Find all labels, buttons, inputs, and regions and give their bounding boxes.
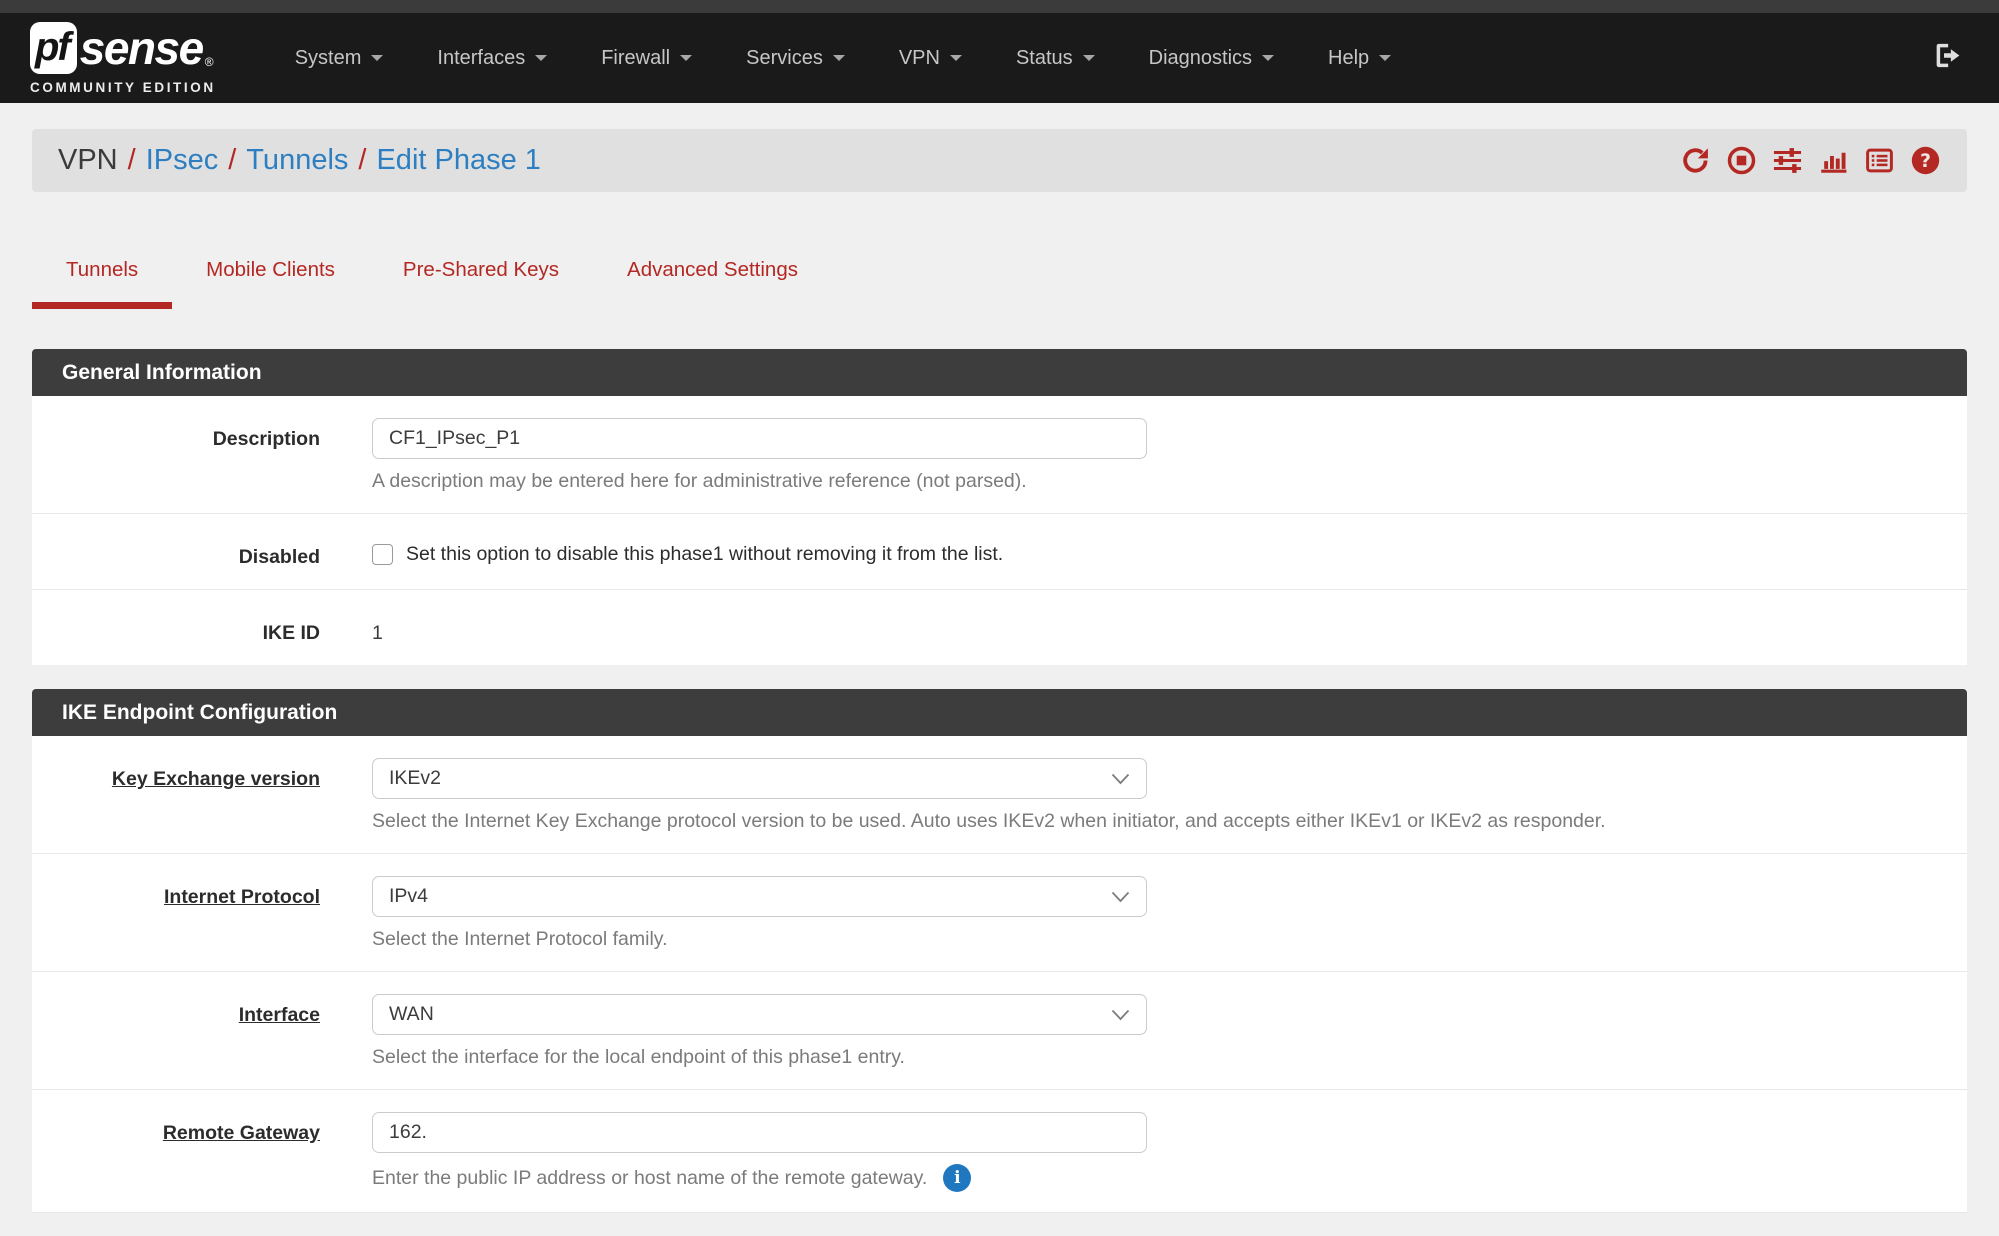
breadcrumb-section: VPN bbox=[58, 144, 118, 177]
sign-out-icon bbox=[1932, 40, 1963, 76]
nav-item-label: Help bbox=[1328, 47, 1369, 70]
caret-down-icon bbox=[1379, 55, 1391, 61]
tab-advanced-settings[interactable]: Advanced Settings bbox=[593, 232, 832, 309]
sliders-icon[interactable] bbox=[1772, 145, 1803, 176]
interface-label: Interface bbox=[32, 994, 372, 1069]
window-top-strip bbox=[0, 0, 1999, 13]
main-navbar: pf sense ® COMMUNITY EDITION System Inter… bbox=[0, 13, 1999, 103]
help-icon[interactable]: ? bbox=[1910, 145, 1941, 176]
nav-item-help[interactable]: Help bbox=[1301, 33, 1418, 84]
logo-sense-text: sense bbox=[80, 21, 203, 75]
internet-protocol-label: Internet Protocol bbox=[32, 876, 372, 951]
nav-item-diagnostics[interactable]: Diagnostics bbox=[1122, 33, 1301, 84]
description-label: Description bbox=[32, 418, 372, 493]
key-exchange-label: Key Exchange version bbox=[32, 758, 372, 833]
svg-text:?: ? bbox=[1920, 151, 1931, 172]
nav-item-status[interactable]: Status bbox=[989, 33, 1122, 84]
ike-id-label: IKE ID bbox=[32, 612, 372, 645]
select-value: IPv4 bbox=[389, 885, 428, 908]
nav-item-label: Interfaces bbox=[437, 47, 525, 70]
row-remote-gateway: Remote Gateway Enter the public IP addre… bbox=[32, 1090, 1967, 1213]
breadcrumb-separator: / bbox=[358, 144, 366, 177]
row-internet-protocol: Internet Protocol IPv4 Select the Intern… bbox=[32, 854, 1967, 972]
disabled-checkbox-label: Set this option to disable this phase1 w… bbox=[406, 543, 1003, 566]
disabled-checkbox[interactable] bbox=[372, 544, 393, 565]
tab-bar: TunnelsMobile ClientsPre-Shared KeysAdva… bbox=[32, 232, 1967, 309]
logo-pf-mark: pf bbox=[30, 22, 77, 74]
chevron-down-icon bbox=[1111, 773, 1130, 785]
nav-item-services[interactable]: Services bbox=[719, 33, 872, 84]
breadcrumb-actions: ? bbox=[1680, 145, 1941, 176]
nav-item-label: Firewall bbox=[601, 47, 670, 70]
caret-down-icon bbox=[950, 55, 962, 61]
tab-mobile-clients[interactable]: Mobile Clients bbox=[172, 232, 369, 309]
stop-icon[interactable] bbox=[1726, 145, 1757, 176]
navbar-menu: System Interfaces Firewall Services VPN Statu… bbox=[268, 33, 1418, 84]
ike-id-value: 1 bbox=[372, 612, 1967, 645]
breadcrumb-link-edit-phase-1[interactable]: Edit Phase 1 bbox=[376, 144, 540, 177]
sign-out-button[interactable] bbox=[1932, 40, 1969, 76]
breadcrumb-panel: VPN / IPsec / Tunnels / Edit Phase 1 bbox=[32, 129, 1967, 192]
nav-item-interfaces[interactable]: Interfaces bbox=[410, 33, 574, 84]
tab-pre-shared-keys[interactable]: Pre-Shared Keys bbox=[369, 232, 593, 309]
nav-item-label: Status bbox=[1016, 47, 1073, 70]
remote-gateway-input[interactable] bbox=[372, 1112, 1147, 1153]
breadcrumb: VPN / IPsec / Tunnels / Edit Phase 1 bbox=[58, 144, 541, 177]
info-icon[interactable]: i bbox=[943, 1164, 971, 1192]
panel-ike-endpoint: IKE Endpoint Configuration Key Exchange … bbox=[32, 689, 1967, 1213]
panel-general-information: General Information Description A descri… bbox=[32, 349, 1967, 665]
internet-protocol-select[interactable]: IPv4 bbox=[372, 876, 1147, 917]
logo-edition-text: COMMUNITY EDITION bbox=[30, 80, 216, 95]
logo-registered-mark: ® bbox=[205, 55, 214, 69]
caret-down-icon bbox=[833, 55, 845, 61]
chevron-down-icon bbox=[1111, 891, 1130, 903]
nav-item-label: VPN bbox=[899, 47, 940, 70]
interface-select[interactable]: WAN bbox=[372, 994, 1147, 1035]
row-disabled: Disabled Set this option to disable this… bbox=[32, 514, 1967, 590]
nav-item-label: Diagnostics bbox=[1149, 47, 1252, 70]
disabled-label: Disabled bbox=[32, 536, 372, 569]
tab-tunnels[interactable]: Tunnels bbox=[32, 232, 172, 309]
breadcrumb-separator: / bbox=[228, 144, 236, 177]
panel-title: IKE Endpoint Configuration bbox=[32, 689, 1967, 736]
row-key-exchange: Key Exchange version IKEv2 Select the In… bbox=[32, 736, 1967, 854]
row-interface: Interface WAN Select the interface for t… bbox=[32, 972, 1967, 1090]
caret-down-icon bbox=[371, 55, 383, 61]
pfsense-logo[interactable]: pf sense ® COMMUNITY EDITION bbox=[30, 21, 216, 95]
bar-chart-icon[interactable] bbox=[1818, 145, 1849, 176]
nav-item-label: System bbox=[295, 47, 362, 70]
remote-gateway-label: Remote Gateway bbox=[32, 1112, 372, 1192]
row-ike-id: IKE ID 1 bbox=[32, 590, 1967, 665]
nav-item-firewall[interactable]: Firewall bbox=[574, 33, 719, 84]
nav-item-vpn[interactable]: VPN bbox=[872, 33, 989, 84]
breadcrumb-separator: / bbox=[128, 144, 136, 177]
description-input[interactable] bbox=[372, 418, 1147, 459]
key-exchange-help: Select the Internet Key Exchange protoco… bbox=[372, 810, 1967, 833]
remote-gateway-help: Enter the public IP address or host name… bbox=[372, 1167, 927, 1190]
log-icon[interactable] bbox=[1864, 145, 1895, 176]
internet-protocol-help: Select the Internet Protocol family. bbox=[372, 928, 1967, 951]
breadcrumb-link-tunnels[interactable]: Tunnels bbox=[246, 144, 348, 177]
nav-item-system[interactable]: System bbox=[268, 33, 411, 84]
panel-title: General Information bbox=[32, 349, 1967, 396]
select-value: WAN bbox=[389, 1003, 434, 1026]
refresh-icon[interactable] bbox=[1680, 145, 1711, 176]
key-exchange-select[interactable]: IKEv2 bbox=[372, 758, 1147, 799]
nav-item-label: Services bbox=[746, 47, 823, 70]
caret-down-icon bbox=[535, 55, 547, 61]
row-description: Description A description may be entered… bbox=[32, 396, 1967, 514]
interface-help: Select the interface for the local endpo… bbox=[372, 1046, 1967, 1069]
description-help: A description may be entered here for ad… bbox=[372, 470, 1967, 493]
chevron-down-icon bbox=[1111, 1009, 1130, 1021]
select-value: IKEv2 bbox=[389, 767, 441, 790]
breadcrumb-link-ipsec[interactable]: IPsec bbox=[146, 144, 219, 177]
caret-down-icon bbox=[680, 55, 692, 61]
caret-down-icon bbox=[1083, 55, 1095, 61]
caret-down-icon bbox=[1262, 55, 1274, 61]
